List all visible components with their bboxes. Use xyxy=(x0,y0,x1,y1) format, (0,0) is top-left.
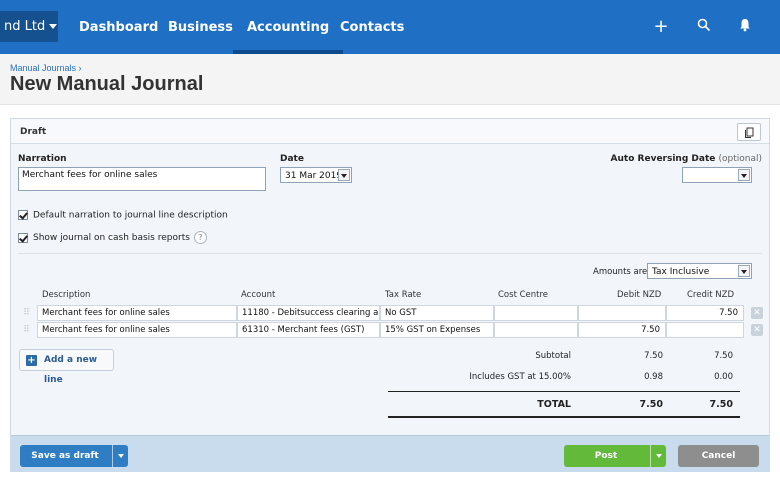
nav-accounting[interactable]: Accounting xyxy=(232,0,344,54)
auto-reversing-date-picker[interactable] xyxy=(682,167,752,183)
account-cell[interactable]: 61310 - Merchant fees (GST) xyxy=(237,322,380,338)
description-cell[interactable]: Merchant fees for online sales xyxy=(37,322,237,338)
cancel-button[interactable]: Cancel xyxy=(678,445,759,467)
debit-cell[interactable]: 7.50 xyxy=(578,322,666,338)
date-value: 31 Mar 2019 xyxy=(285,171,343,181)
auto-reversing-text: Auto Reversing Date xyxy=(610,154,716,164)
chevron-down-icon[interactable] xyxy=(650,445,666,467)
subtotal-debit: 7.50 xyxy=(644,351,663,361)
credit-cell[interactable]: 7.50 xyxy=(666,305,744,321)
subtotal-label: Subtotal xyxy=(535,351,571,361)
org-switcher[interactable]: nd Ltd xyxy=(0,11,58,42)
chevron-down-icon[interactable] xyxy=(738,169,750,181)
journal-panel: Draft Narration Merchant fees for online… xyxy=(10,118,770,472)
cost-centre-cell[interactable] xyxy=(494,322,578,338)
divider xyxy=(18,253,762,254)
total-rule-top xyxy=(388,391,740,392)
chevron-down-icon[interactable] xyxy=(338,169,350,181)
auto-reversing-label: Auto Reversing Date (optional) xyxy=(611,154,762,164)
drag-handle-icon[interactable]: ⠿ xyxy=(17,305,35,321)
description-cell[interactable]: Merchant fees for online sales xyxy=(37,305,237,321)
copy-icon xyxy=(745,127,754,138)
date-label: Date xyxy=(280,154,304,164)
default-narration-checkbox[interactable]: Default narration to journal line descri… xyxy=(18,210,228,221)
narration-label: Narration xyxy=(18,154,67,164)
nav-business[interactable]: Business xyxy=(168,0,233,54)
top-nav: nd Ltd Dashboard Business Accounting Con… xyxy=(0,0,780,54)
search-icon[interactable] xyxy=(694,17,714,37)
optional-text: (optional) xyxy=(718,154,763,164)
col-account: Account xyxy=(241,290,276,300)
checkbox-checked[interactable] xyxy=(18,210,28,220)
cash-basis-label: Show journal on cash basis reports xyxy=(33,233,190,243)
chevron-down-icon xyxy=(49,24,58,29)
gst-credit: 0.00 xyxy=(714,372,733,382)
amounts-are-value: Tax Inclusive xyxy=(652,267,710,277)
tax-rate-cell[interactable]: 15% GST on Expenses xyxy=(380,322,494,338)
chevron-down-icon[interactable] xyxy=(112,445,128,467)
add-new-line-button[interactable]: + Add a new line xyxy=(19,349,114,385)
default-narration-label: Default narration to journal line descri… xyxy=(33,210,228,221)
table-row: ⠿ Merchant fees for online sales 61310 -… xyxy=(17,322,763,338)
delete-row-icon[interactable]: ✕ xyxy=(751,307,763,319)
checkbox-checked[interactable] xyxy=(18,232,28,243)
post-button[interactable]: Post xyxy=(564,445,666,467)
col-debit: Debit NZD xyxy=(617,290,662,300)
tax-rate-cell[interactable]: No GST xyxy=(380,305,494,321)
credit-cell[interactable] xyxy=(666,322,744,338)
amounts-are-select[interactable]: Tax Inclusive xyxy=(647,263,752,279)
cash-basis-checkbox[interactable]: Show journal on cash basis reports? xyxy=(18,231,207,244)
drag-handle-icon[interactable]: ⠿ xyxy=(17,322,35,338)
save-as-draft-button[interactable]: Save as draft xyxy=(20,445,128,467)
subtotal-credit: 7.50 xyxy=(714,351,733,361)
action-footer: Save as draft Post Cancel xyxy=(11,435,769,472)
add-new-line-label: Add a new line xyxy=(44,355,98,385)
status-label: Draft xyxy=(20,127,47,137)
debit-cell[interactable] xyxy=(578,305,666,321)
help-icon[interactable]: ? xyxy=(193,231,207,244)
bell-icon[interactable] xyxy=(735,17,755,37)
gst-debit: 0.98 xyxy=(644,372,663,382)
gst-label: Includes GST at 15.00% xyxy=(469,372,571,382)
col-cost-centre: Cost Centre xyxy=(498,290,549,300)
chevron-down-icon[interactable] xyxy=(738,265,750,277)
breadcrumb-manual-journals[interactable]: Manual Journals › xyxy=(10,63,82,73)
amounts-are-label: Amounts are xyxy=(593,267,648,277)
save-as-draft-label: Save as draft xyxy=(31,451,99,461)
narration-field[interactable]: Merchant fees for online sales xyxy=(18,167,266,191)
status-bar: Draft xyxy=(11,119,769,144)
total-debit: 7.50 xyxy=(639,399,663,410)
post-label: Post xyxy=(594,451,618,461)
date-picker[interactable]: 31 Mar 2019 xyxy=(280,167,352,183)
total-credit: 7.50 xyxy=(709,399,733,410)
nav-contacts[interactable]: Contacts xyxy=(340,0,404,54)
table-header: Description Account Tax Rate Cost Centre… xyxy=(17,288,763,302)
account-cell[interactable]: 11180 - Debitsuccess clearing a... xyxy=(237,305,380,321)
col-tax-rate: Tax Rate xyxy=(385,290,422,300)
plus-icon: + xyxy=(26,355,37,366)
col-description: Description xyxy=(42,290,91,300)
total-rule-bottom xyxy=(388,416,740,418)
total-label: TOTAL xyxy=(537,399,571,410)
delete-row-icon[interactable]: ✕ xyxy=(751,324,763,336)
table-row: ⠿ Merchant fees for online sales 11180 -… xyxy=(17,305,763,321)
cost-centre-cell[interactable] xyxy=(494,305,578,321)
copy-button[interactable] xyxy=(737,123,761,141)
nav-dashboard[interactable]: Dashboard xyxy=(79,0,158,54)
col-credit: Credit NZD xyxy=(687,290,734,300)
page-header: Manual Journals › New Manual Journal xyxy=(0,54,780,105)
page-title: New Manual Journal xyxy=(10,73,204,95)
org-name: nd Ltd xyxy=(4,19,46,34)
plus-icon[interactable]: + xyxy=(651,17,671,37)
